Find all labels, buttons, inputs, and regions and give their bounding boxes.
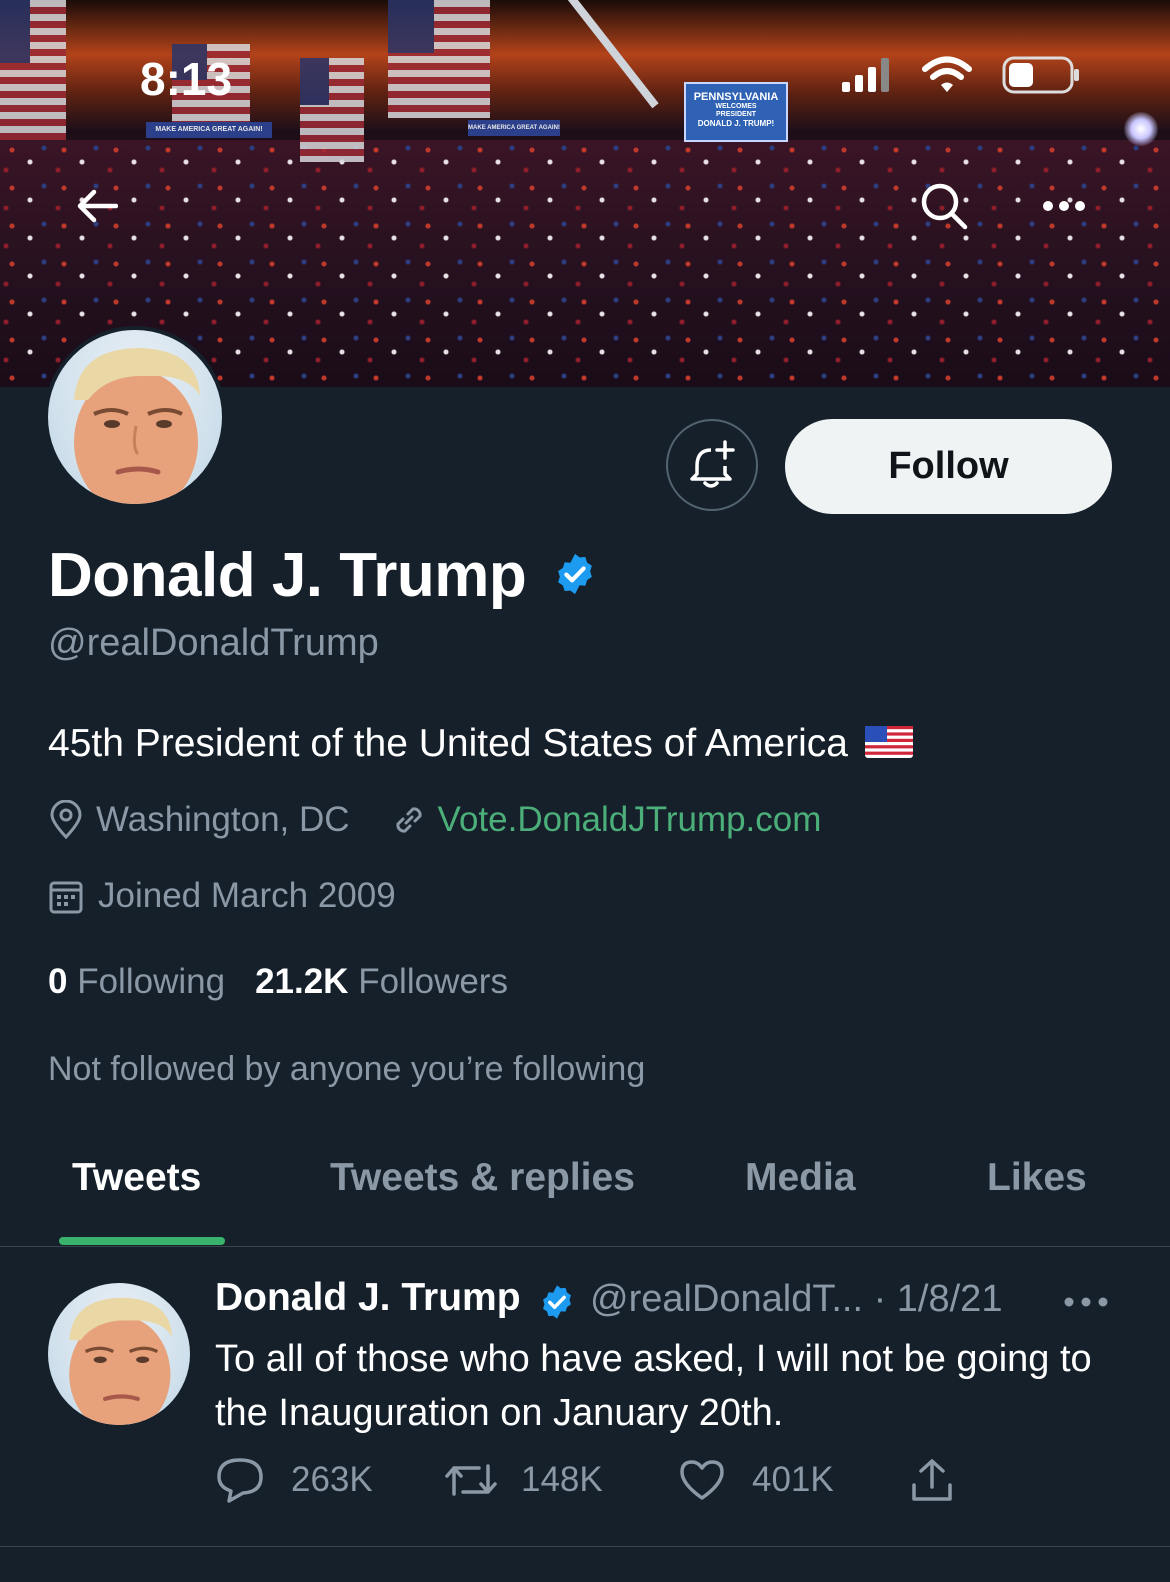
tweet-text: To all of those who have asked, I will n…: [215, 1338, 1092, 1434]
banner-flag: [0, 0, 66, 140]
status-time: 8:13: [140, 53, 233, 105]
following-link[interactable]: 0 Following: [48, 962, 225, 1002]
tweet-actions: 263K 148K 401K: [215, 1456, 954, 1504]
calendar-icon: [49, 881, 83, 914]
verified-badge-icon: [543, 1285, 571, 1319]
profile-avatar[interactable]: [44, 326, 226, 508]
retweet-count: 148K: [521, 1460, 603, 1499]
active-tab-indicator: [59, 1237, 225, 1245]
profile-display-name: Donald J. Trump: [48, 541, 527, 610]
retweet-icon: [445, 1464, 497, 1496]
search-icon: [921, 183, 968, 230]
back-button[interactable]: [68, 178, 124, 234]
location-pin-icon: [50, 800, 82, 840]
banner-flag: [388, 0, 490, 118]
banner-light: [1124, 112, 1158, 146]
banner-sign-right: PENNSYLVANIA WELCOMES PRESIDENT DONALD J…: [684, 82, 788, 142]
tweet-author-avatar[interactable]: [48, 1283, 190, 1425]
avatar-portrait: [74, 348, 200, 504]
banner-sign-left: MAKE AMERICA GREAT AGAIN!: [146, 122, 272, 138]
profile-joined-row: Joined March 2009: [48, 876, 396, 916]
tweet-handle-date: @realDonaldT... · 1/8/21: [590, 1278, 1003, 1320]
tweet-divider: [0, 1546, 1170, 1547]
avatar-portrait: [69, 1297, 173, 1425]
followers-link[interactable]: 21.2K Followers: [255, 962, 508, 1002]
bell-plus-icon: [690, 440, 735, 488]
profile-banner: MAKE AMERICA GREAT AGAIN! MAKE AMERICA G…: [0, 0, 1170, 387]
follow-button[interactable]: Follow: [785, 419, 1112, 514]
profile-website-link[interactable]: Vote.DonaldJTrump.com: [438, 800, 822, 840]
banner-sign-middle: MAKE AMERICA GREAT AGAIN!: [468, 120, 560, 136]
more-icon: [1043, 201, 1085, 211]
share-icon: [912, 1459, 952, 1501]
profile-joined-date: Joined March 2009: [98, 876, 396, 915]
profile-location: Washington, DC: [96, 800, 350, 839]
tweet-more-button[interactable]: [1062, 1284, 1110, 1320]
tab-tweets-replies[interactable]: Tweets & replies: [330, 1156, 635, 1200]
back-arrow-icon: [77, 189, 118, 223]
more-options-button[interactable]: [1036, 178, 1092, 234]
cellular-signal-icon: [842, 58, 889, 92]
profile-handle: @realDonaldTrump: [48, 622, 379, 664]
profile-bio: 45th President of the United States of A…: [48, 722, 913, 766]
us-flag-emoji: [864, 726, 913, 758]
more-icon: [1064, 1297, 1108, 1307]
like-count: 401K: [752, 1460, 834, 1499]
share-button[interactable]: [910, 1457, 954, 1503]
link-icon: [395, 807, 422, 833]
reply-icon: [217, 1458, 263, 1503]
wifi-icon: [922, 56, 972, 92]
reply-button[interactable]: 263K: [215, 1456, 443, 1504]
bio-text: 45th President of the United States of A…: [48, 722, 848, 765]
profile-meta-row: Washington, DC Vote.DonaldJTrump.com: [48, 800, 821, 840]
mutual-followers-note: Not followed by anyone you’re following: [48, 1050, 646, 1088]
profile-tabs: Tweets Tweets & replies Media Likes: [0, 1130, 1170, 1247]
like-icon: [680, 1460, 724, 1500]
battery-icon: [1002, 56, 1079, 94]
banner-flag: [300, 58, 364, 162]
status-icons: [842, 56, 1080, 94]
reply-count: 263K: [291, 1460, 373, 1499]
search-button[interactable]: [916, 178, 972, 234]
notifications-button[interactable]: [666, 419, 758, 511]
profile-stats: 0 Following 21.2K Followers: [48, 962, 508, 1002]
retweet-button[interactable]: 148K: [443, 1460, 678, 1500]
like-button[interactable]: 401K: [678, 1458, 910, 1502]
banner-crane: [560, 0, 659, 109]
tab-likes[interactable]: Likes: [987, 1156, 1087, 1200]
tab-tweets[interactable]: Tweets: [72, 1156, 201, 1200]
tab-media[interactable]: Media: [745, 1156, 856, 1200]
tweet-author-name[interactable]: Donald J. Trump: [215, 1276, 521, 1320]
verified-badge-icon: [558, 553, 592, 595]
